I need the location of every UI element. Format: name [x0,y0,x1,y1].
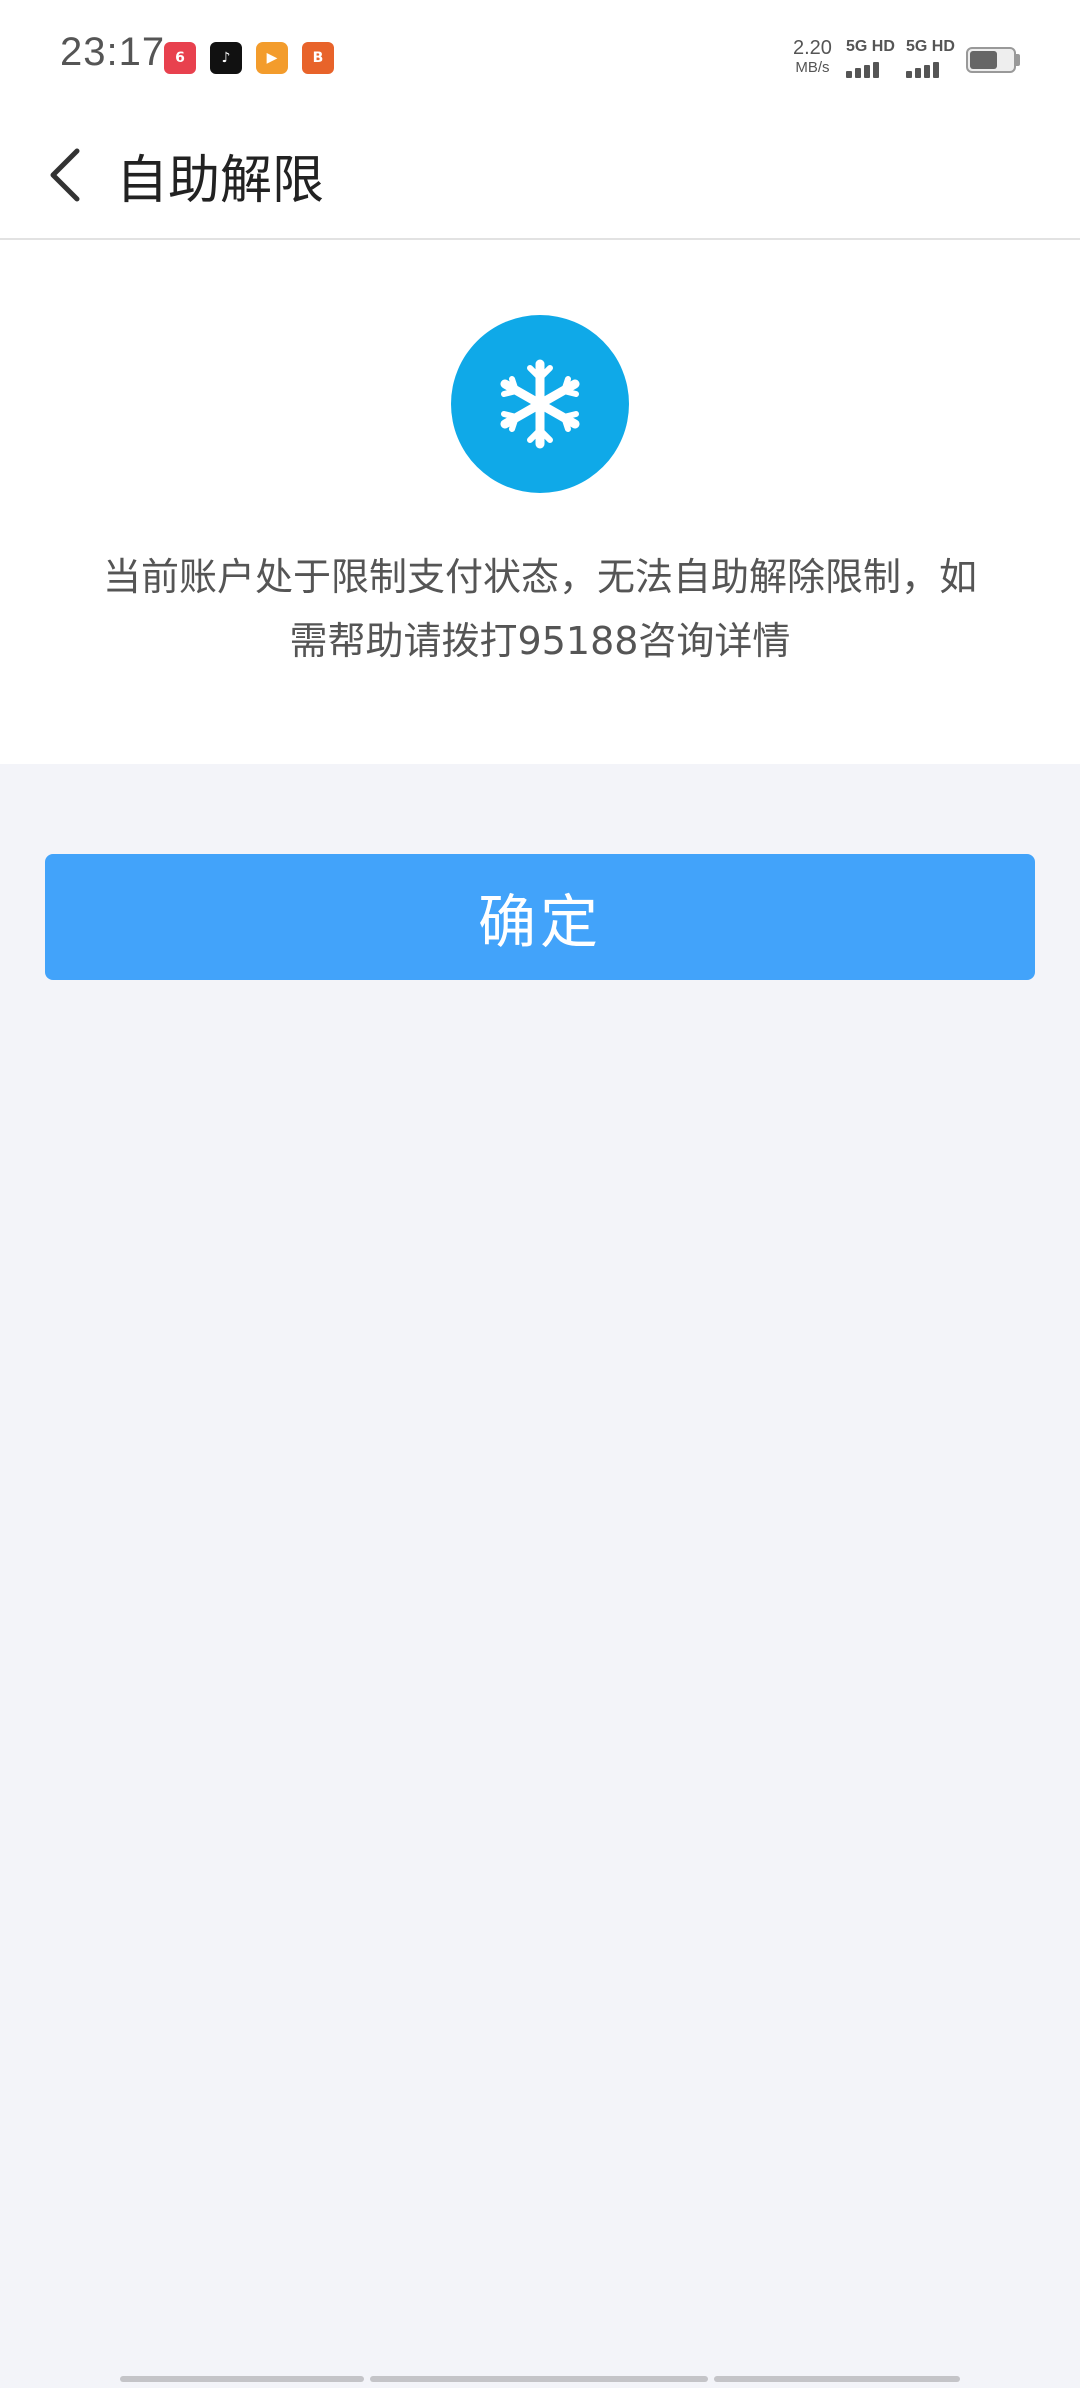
sim1-label: 5G HD [846,38,895,55]
sim2-signal: 5G HD [906,38,960,78]
sim2-label: 5G HD [906,38,955,55]
confirm-button[interactable]: 确定 [45,854,1035,980]
network-speed: 2.20 MB/s [793,38,832,75]
shopping-618-app-icon: 6 [164,42,196,74]
orange-app-icon: B [302,42,334,74]
video-app-icon: ▶ [256,42,288,74]
network-speed-value: 2.20 [793,37,832,59]
snowflake-icon [451,315,629,493]
signal-bars-icon [906,60,960,78]
status-bar: 23:17 6 ♪ ▶ B 2.20 MB/s 5G HD 5G HD [0,0,1080,110]
douyin-app-icon: ♪ [210,42,242,74]
signal-bars-icon [846,60,900,78]
restriction-message: 当前账户处于限制支付状态，无法自助解除限制，如需帮助请拨打95188咨询详情 [102,555,977,663]
sim1-signal: 5G HD [846,38,900,78]
status-time: 23:17 [60,30,166,74]
battery-cap [1016,54,1020,66]
battery-icon [966,47,1016,73]
title-bar: 自助解限 [0,110,1080,240]
page-title: 自助解限 [116,151,325,211]
notification-app-icons: 6 ♪ ▶ B [164,42,334,74]
chevron-left-icon [50,148,80,202]
battery-level [970,51,997,69]
status-card: 当前账户处于限制支付状态，无法自助解除限制，如需帮助请拨打95188咨询详情 [0,240,1080,764]
nav-gesture-bar[interactable] [714,2376,960,2382]
nav-gesture-bar[interactable] [370,2376,708,2382]
nav-gesture-bar[interactable] [120,2376,364,2382]
back-button[interactable] [30,140,100,210]
network-speed-unit: MB/s [795,59,830,76]
